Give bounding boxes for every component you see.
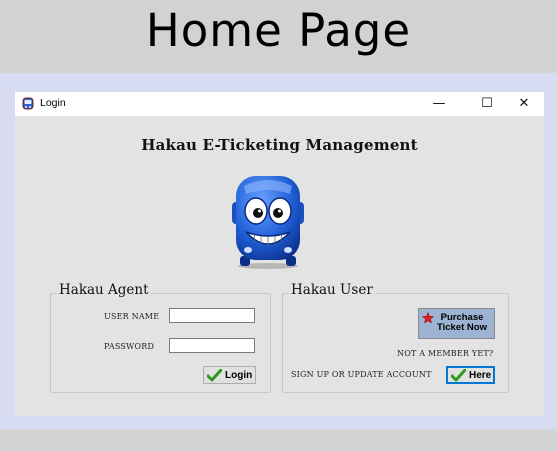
minimize-icon: — (432, 96, 446, 111)
bottom-strip (0, 429, 557, 451)
window-titlebar[interactable]: Login — ☐ ✕ (15, 92, 544, 116)
signup-label: SIGN UP OR UPDATE ACCOUNT (291, 370, 432, 379)
purchase-ticket-button[interactable]: Purchase Ticket Now (418, 308, 495, 339)
page-banner: Home Page (0, 0, 557, 72)
password-label: PASSWORD (104, 342, 155, 351)
agent-group-label: Hakau Agent (57, 282, 151, 298)
green-check-icon (451, 368, 466, 381)
window-title: Login (40, 97, 66, 109)
maximize-button[interactable]: ☐ (467, 92, 507, 116)
not-member-text: NOT A MEMBER YET? (397, 349, 494, 358)
login-button[interactable]: Login (203, 366, 256, 384)
user-group-label: Hakau User (289, 282, 375, 298)
close-button[interactable]: ✕ (504, 92, 544, 116)
password-input[interactable] (169, 338, 255, 353)
username-label: USER NAME (104, 312, 160, 321)
username-input[interactable] (169, 308, 255, 323)
app-title: Hakau E-Ticketing Management (141, 136, 418, 154)
login-window: Login — ☐ ✕ Hakau E-Ticketing Management (15, 92, 544, 416)
banner-title: Home Page (145, 4, 412, 57)
minimize-button[interactable]: — (419, 92, 459, 116)
close-icon: ✕ (518, 96, 530, 111)
here-button-label: Here (469, 369, 492, 381)
here-button[interactable]: Here (446, 366, 495, 384)
bus-app-icon (22, 97, 34, 110)
green-check-icon (207, 368, 222, 381)
purchase-ticket-label: Purchase Ticket Now (437, 312, 487, 333)
maximize-icon: ☐ (481, 96, 493, 111)
bus-mascot-icon (232, 176, 304, 269)
login-button-label: Login (225, 369, 253, 381)
